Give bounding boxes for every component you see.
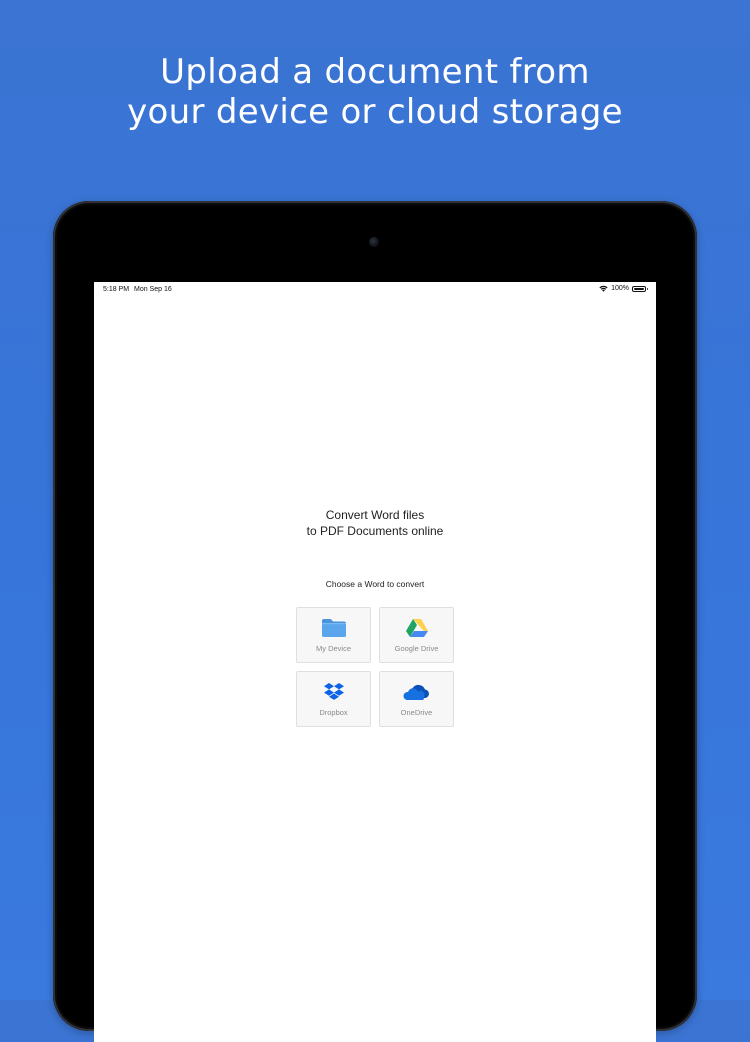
status-time: 5:18 PM — [103, 286, 130, 293]
app-screen: 5:18 PM Mon Sep 16 100% Convert Word fil… — [94, 282, 656, 1042]
promo-headline-line1: Upload a document from — [160, 52, 590, 92]
tablet-frame: 5:18 PM Mon Sep 16 100% Convert Word fil… — [53, 201, 697, 1042]
status-indicators: 100% — [599, 285, 648, 292]
choose-prompt: Choose a Word to convert — [325, 579, 425, 589]
wifi-icon — [599, 285, 608, 292]
battery-level — [634, 287, 644, 290]
promo-headline: Upload a document from your device or cl… — [0, 52, 750, 132]
onedrive-label: OneDrive — [400, 708, 433, 717]
source-grid: My Device Google Drive Dropbox OneDrive — [296, 607, 454, 727]
onedrive-icon — [380, 682, 453, 702]
page-title: Convert Word files to PDF Documents onli… — [94, 507, 656, 539]
dropbox-label: Dropbox — [319, 708, 348, 717]
status-date: Mon Sep 16 — [134, 286, 172, 293]
battery-icon — [632, 285, 648, 292]
dropbox-button[interactable]: Dropbox — [296, 671, 371, 727]
front-camera — [369, 237, 379, 247]
battery-percent: 100% — [611, 285, 629, 292]
google-drive-icon — [380, 618, 453, 638]
folder-icon — [297, 618, 370, 638]
dropbox-icon — [297, 682, 370, 702]
google-drive-button[interactable]: Google Drive — [379, 607, 454, 663]
page-title-line2: to PDF Documents online — [306, 524, 444, 538]
page-title-line1: Convert Word files — [325, 508, 425, 522]
status-bar: 5:18 PM Mon Sep 16 100% — [94, 282, 656, 298]
my-device-label: My Device — [315, 644, 351, 653]
google-drive-label: Google Drive — [394, 644, 439, 653]
my-device-button[interactable]: My Device — [296, 607, 371, 663]
onedrive-button[interactable]: OneDrive — [379, 671, 454, 727]
promo-headline-line2: your device or cloud storage — [127, 92, 623, 132]
